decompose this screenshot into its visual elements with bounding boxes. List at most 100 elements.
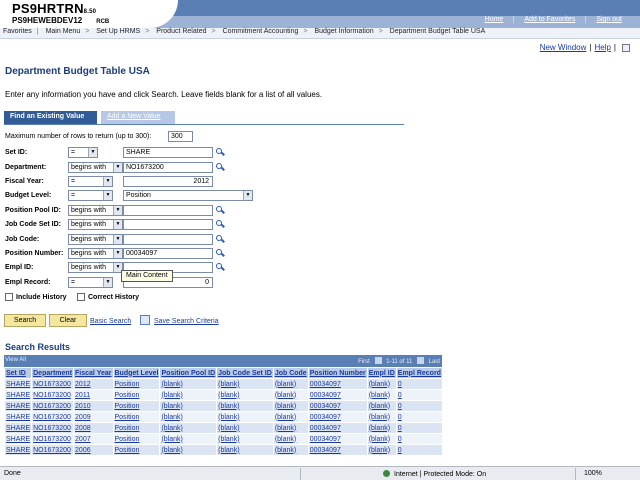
sign-out-link[interactable]: Sign out [585,16,632,23]
table-row[interactable]: SHARE NO1673200 2011 Position (blank) (blank)… [3,389,443,401]
empl-record-operator[interactable]: = ▼ [68,277,113,288]
job-code-setid-input[interactable] [123,219,213,230]
table-cell[interactable]: 2012 [73,378,114,390]
table-cell[interactable]: 0 [395,378,443,390]
column-header[interactable]: Empl ID [366,367,397,379]
column-header[interactable]: Department [31,367,75,379]
table-cell[interactable]: 2010 [73,400,114,412]
table-cell[interactable]: (blank) [216,444,274,456]
table-row[interactable]: SHARE NO1673200 2009 Position (blank) (blank)… [3,411,443,423]
table-cell[interactable]: (blank) [272,422,309,434]
view-all-link[interactable]: View All [5,357,26,363]
setid-operator[interactable]: = ▼ [68,147,98,158]
lookup-icon[interactable] [215,162,225,172]
table-cell[interactable]: 2011 [73,389,114,401]
position-number-input[interactable]: 00034097 [123,248,213,259]
budget-level-select[interactable]: Position ▼ [123,190,253,201]
table-cell[interactable]: 0 [395,444,443,456]
breadcrumb-product-related[interactable]: Product Related [156,28,206,35]
column-header[interactable]: Job Code [272,367,309,379]
lookup-icon[interactable] [215,219,225,229]
fiscal-year-operator[interactable]: = ▼ [68,176,113,187]
table-cell[interactable]: (blank) [272,378,309,390]
table-cell[interactable]: 2008 [73,422,114,434]
tab-find-existing[interactable]: Find an Existing Value [4,111,97,124]
table-cell[interactable]: 00034097 [307,433,368,445]
table-row[interactable]: SHARE NO1673200 2008 Position (blank) (blank)… [3,422,443,434]
table-cell[interactable]: (blank) [159,400,218,412]
table-cell[interactable]: NO1673200 [31,411,75,423]
table-cell[interactable]: (blank) [159,444,218,456]
help-link[interactable]: Help [594,43,610,52]
table-cell[interactable]: 2007 [73,433,114,445]
table-cell[interactable]: SHARE [3,378,33,390]
table-cell[interactable]: SHARE [3,411,33,423]
table-row[interactable]: SHARE NO1673200 2007 Position (blank) (blank)… [3,433,443,445]
table-cell[interactable]: 0 [395,400,443,412]
table-cell[interactable]: 2006 [73,444,114,456]
customize-page-icon[interactable] [622,43,630,52]
table-cell[interactable]: NO1673200 [31,400,75,412]
breadcrumb-favorites[interactable]: Favorites [3,28,32,35]
basic-search-link[interactable]: Basic Search [90,318,131,325]
table-cell[interactable]: Position [112,400,161,412]
column-header[interactable]: Position Pool ID [159,367,218,379]
table-cell[interactable]: Position [112,378,161,390]
table-cell[interactable]: (blank) [159,433,218,445]
table-cell[interactable]: 0 [395,411,443,423]
table-cell[interactable]: 0 [395,422,443,434]
table-cell[interactable]: (blank) [216,422,274,434]
new-window-link[interactable]: New Window [540,43,587,52]
table-cell[interactable]: (blank) [216,433,274,445]
table-cell[interactable]: 00034097 [307,378,368,390]
table-cell[interactable]: NO1673200 [31,422,75,434]
table-cell[interactable]: NO1673200 [31,389,75,401]
position-pool-input[interactable] [123,205,213,216]
breadcrumb-commitment-accounting[interactable]: Commitment Accounting [223,28,299,35]
table-cell[interactable]: (blank) [159,378,218,390]
table-row[interactable]: SHARE NO1673200 2006 Position (blank) (blank)… [3,444,443,456]
table-cell[interactable]: 00034097 [307,400,368,412]
max-rows-input[interactable] [168,131,193,142]
department-operator[interactable]: begins with ▼ [68,162,123,173]
job-code-setid-operator[interactable]: begins with ▼ [68,219,123,230]
lookup-icon[interactable] [215,234,225,244]
table-cell[interactable]: Position [112,422,161,434]
table-cell[interactable]: SHARE [3,422,33,434]
table-cell[interactable]: (blank) [159,422,218,434]
lookup-icon[interactable] [215,248,225,258]
table-cell[interactable]: Position [112,411,161,423]
table-cell[interactable]: (blank) [159,411,218,423]
setid-input[interactable]: SHARE [123,147,213,158]
breadcrumb-setup-hrms[interactable]: Set Up HRMS [96,28,140,35]
correct-history-checkbox[interactable]: Correct History [77,293,139,301]
column-header[interactable]: Job Code Set ID [216,367,274,379]
column-header[interactable]: Empl Record [395,367,443,379]
table-cell[interactable]: SHARE [3,389,33,401]
lookup-icon[interactable] [215,147,225,157]
empl-id-operator[interactable]: begins with ▼ [68,262,123,273]
table-cell[interactable]: NO1673200 [31,444,75,456]
column-header[interactable]: Budget Level [112,367,161,379]
table-cell[interactable]: SHARE [3,444,33,456]
department-input[interactable]: NO1673200 [123,162,213,173]
table-cell[interactable]: NO1673200 [31,378,75,390]
table-cell[interactable]: SHARE [3,433,33,445]
table-cell[interactable]: 2009 [73,411,114,423]
next-page-icon[interactable] [416,357,424,364]
table-cell[interactable]: (blank) [366,389,397,401]
fiscal-year-input[interactable]: 2012 [123,176,213,187]
lookup-icon[interactable] [215,262,225,272]
table-cell[interactable]: (blank) [272,444,309,456]
table-cell[interactable]: (blank) [366,422,397,434]
table-cell[interactable]: Position [112,444,161,456]
add-to-favorites-link[interactable]: Add to Favorites [513,16,585,23]
position-pool-operator[interactable]: begins with ▼ [68,205,123,216]
table-cell[interactable]: SHARE [3,400,33,412]
lookup-icon[interactable] [215,205,225,215]
home-link[interactable]: Home [475,16,514,23]
table-cell[interactable]: 0 [395,389,443,401]
budget-level-operator[interactable]: = ▼ [68,190,113,201]
table-cell[interactable]: 00034097 [307,389,368,401]
first-link[interactable]: First [358,359,370,365]
